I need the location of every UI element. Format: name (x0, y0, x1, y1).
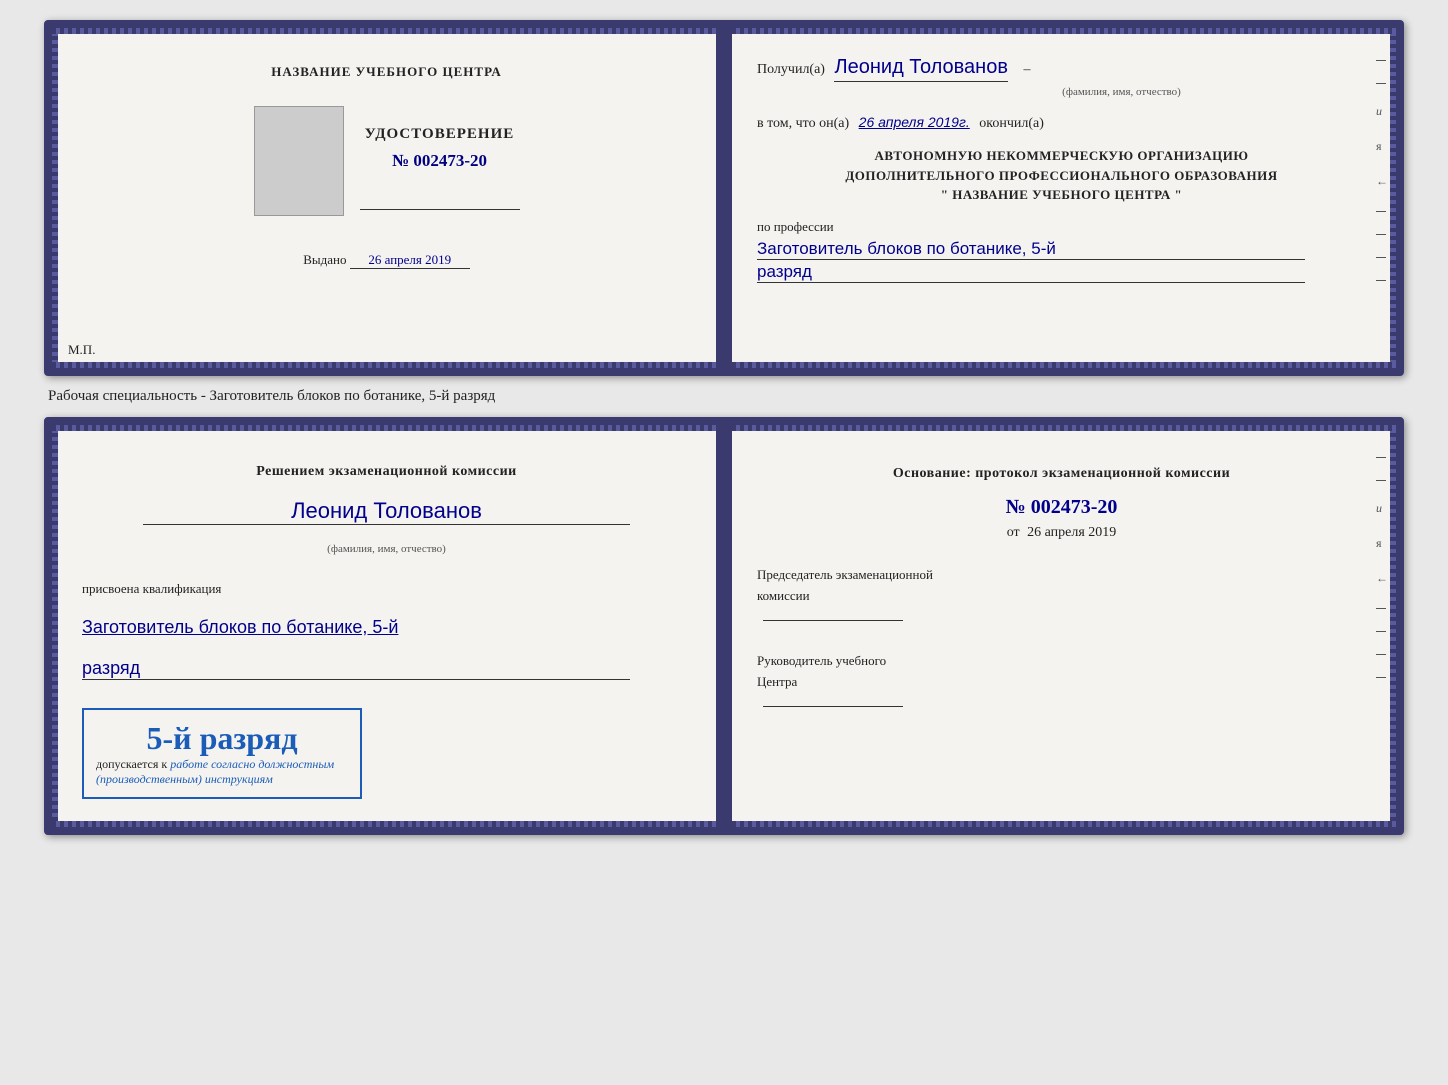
prisvoena-text: присвоена квалификация (82, 581, 691, 597)
dash2-2 (1376, 480, 1386, 481)
mark2-i: и (1376, 501, 1388, 516)
chairman-signature-line (763, 620, 903, 621)
vtom-line: в том, что он(а) 26 апреля 2019г. окончи… (757, 114, 1366, 132)
dash2-1 (1376, 457, 1386, 458)
stamp-box: 5-й разряд допускается к работе согласно… (82, 708, 362, 799)
issued-prefix: Выдано (303, 252, 346, 267)
dash-6 (1376, 280, 1386, 281)
received-prefix: Получил(а) (757, 62, 825, 77)
cert-number: № 002473-20 (392, 151, 487, 171)
stamp-grade: 5-й разряд (96, 720, 348, 757)
specialty-label: Рабочая специальность - Заготовитель бло… (44, 388, 495, 405)
mp-label: М.П. (68, 342, 95, 358)
org-block: АВТОНОМНУЮ НЕКОММЕРЧЕСКУЮ ОРГАНИЗАЦИЮ ДО… (757, 146, 1366, 205)
fio-caption-2: (фамилия, имя, отчество) (82, 543, 691, 555)
dash2-3 (1376, 608, 1386, 609)
dash-1 (1376, 60, 1386, 61)
sign-block-chairman: Председатель экзаменационной комиссии (757, 565, 1366, 627)
head-label2: Центра (757, 672, 1366, 693)
doc2-page-right: Основание: протокол экзаменационной коми… (721, 425, 1396, 827)
dash-4 (1376, 234, 1386, 235)
org-line3: " НАЗВАНИЕ УЧЕБНОГО ЦЕНТРА " (757, 185, 1366, 205)
razryad2-value: разряд (82, 658, 630, 680)
org-line1: АВТОНОМНУЮ НЕКОММЕРЧЕСКУЮ ОРГАНИЗАЦИЮ (757, 146, 1366, 166)
doc2-page-left: Решением экзаменационной комиссии Леонид… (52, 425, 721, 827)
head-signature-line (763, 706, 903, 707)
org-line2: ДОПОЛНИТЕЛЬНОГО ПРОФЕССИОНАЛЬНОГО ОБРАЗО… (757, 166, 1366, 186)
issued-date: 26 апреля 2019 (350, 252, 470, 269)
received-line: Получил(а) Леонид Толованов – (757, 56, 1366, 82)
protocol-date-prefix: от (1007, 525, 1020, 540)
profession-label: по профессии (757, 219, 1366, 235)
mark-i: и (1376, 104, 1388, 119)
mark-arrow: ← (1376, 174, 1388, 189)
dash-5 (1376, 257, 1386, 258)
right-side-marks-2: и я ← (1376, 455, 1388, 678)
document-book-1: НАЗВАНИЕ УЧЕБНОГО ЦЕНТРА УДОСТОВЕРЕНИЕ №… (44, 20, 1404, 376)
osnov-text: Основание: протокол экзаменационной коми… (757, 463, 1366, 484)
mark-ya: я (1376, 139, 1388, 154)
right-side-marks-1: и я ← (1376, 58, 1388, 281)
photo-placeholder (254, 106, 344, 216)
document-wrapper: НАЗВАНИЕ УЧЕБНОГО ЦЕНТРА УДОСТОВЕРЕНИЕ №… (44, 20, 1404, 835)
razryad-value-1: разряд (757, 262, 1305, 283)
protocol-number: № 002473-20 (757, 496, 1366, 519)
mark2-ya: я (1376, 536, 1388, 551)
chairman-label2: комиссии (757, 586, 1366, 607)
dash2-6 (1376, 677, 1386, 678)
cert-label: УДОСТОВЕРЕНИЕ (365, 126, 515, 143)
received-name: Леонид Толованов (834, 56, 1008, 82)
stamp-allowed: допускается к работе согласно должностны… (96, 757, 348, 787)
profession-value: Заготовитель блоков по ботанике, 5-й (757, 239, 1305, 260)
protocol-date: от 26 апреля 2019 (757, 525, 1366, 541)
stamp-allowed-prefix: допускается к (96, 757, 167, 771)
mark2-arrow: ← (1376, 571, 1388, 586)
vtom-prefix: в том, что он(а) (757, 116, 849, 131)
person-name-large: Леонид Толованов (143, 498, 630, 525)
protocol-date-value: 26 апреля 2019 (1027, 525, 1116, 540)
vtom-date: 26 апреля 2019г. (859, 114, 970, 130)
doc1-page-right: Получил(а) Леонид Толованов – (фамилия, … (721, 28, 1396, 368)
doc1-page-left: НАЗВАНИЕ УЧЕБНОГО ЦЕНТРА УДОСТОВЕРЕНИЕ №… (52, 28, 721, 368)
document-book-2: Решением экзаменационной комиссии Леонид… (44, 417, 1404, 835)
sign-block-head: Руководитель учебного Центра (757, 651, 1366, 713)
training-center-title: НАЗВАНИЕ УЧЕБНОГО ЦЕНТРА (271, 64, 502, 80)
head-label1: Руководитель учебного (757, 651, 1366, 672)
dash-3 (1376, 211, 1386, 212)
dash2-4 (1376, 631, 1386, 632)
dash-2 (1376, 83, 1386, 84)
qualification-value: Заготовитель блоков по ботанике, 5-й (82, 617, 630, 638)
chairman-label1: Председатель экзаменационной (757, 565, 1366, 586)
issued-line: Выдано 26 апреля 2019 (303, 252, 470, 269)
dash2-5 (1376, 654, 1386, 655)
commission-text: Решением экзаменационной комиссии (82, 461, 691, 482)
fio-caption-1: (фамилия, имя, отчество) (877, 86, 1366, 98)
vtom-suffix: окончил(а) (979, 116, 1044, 131)
